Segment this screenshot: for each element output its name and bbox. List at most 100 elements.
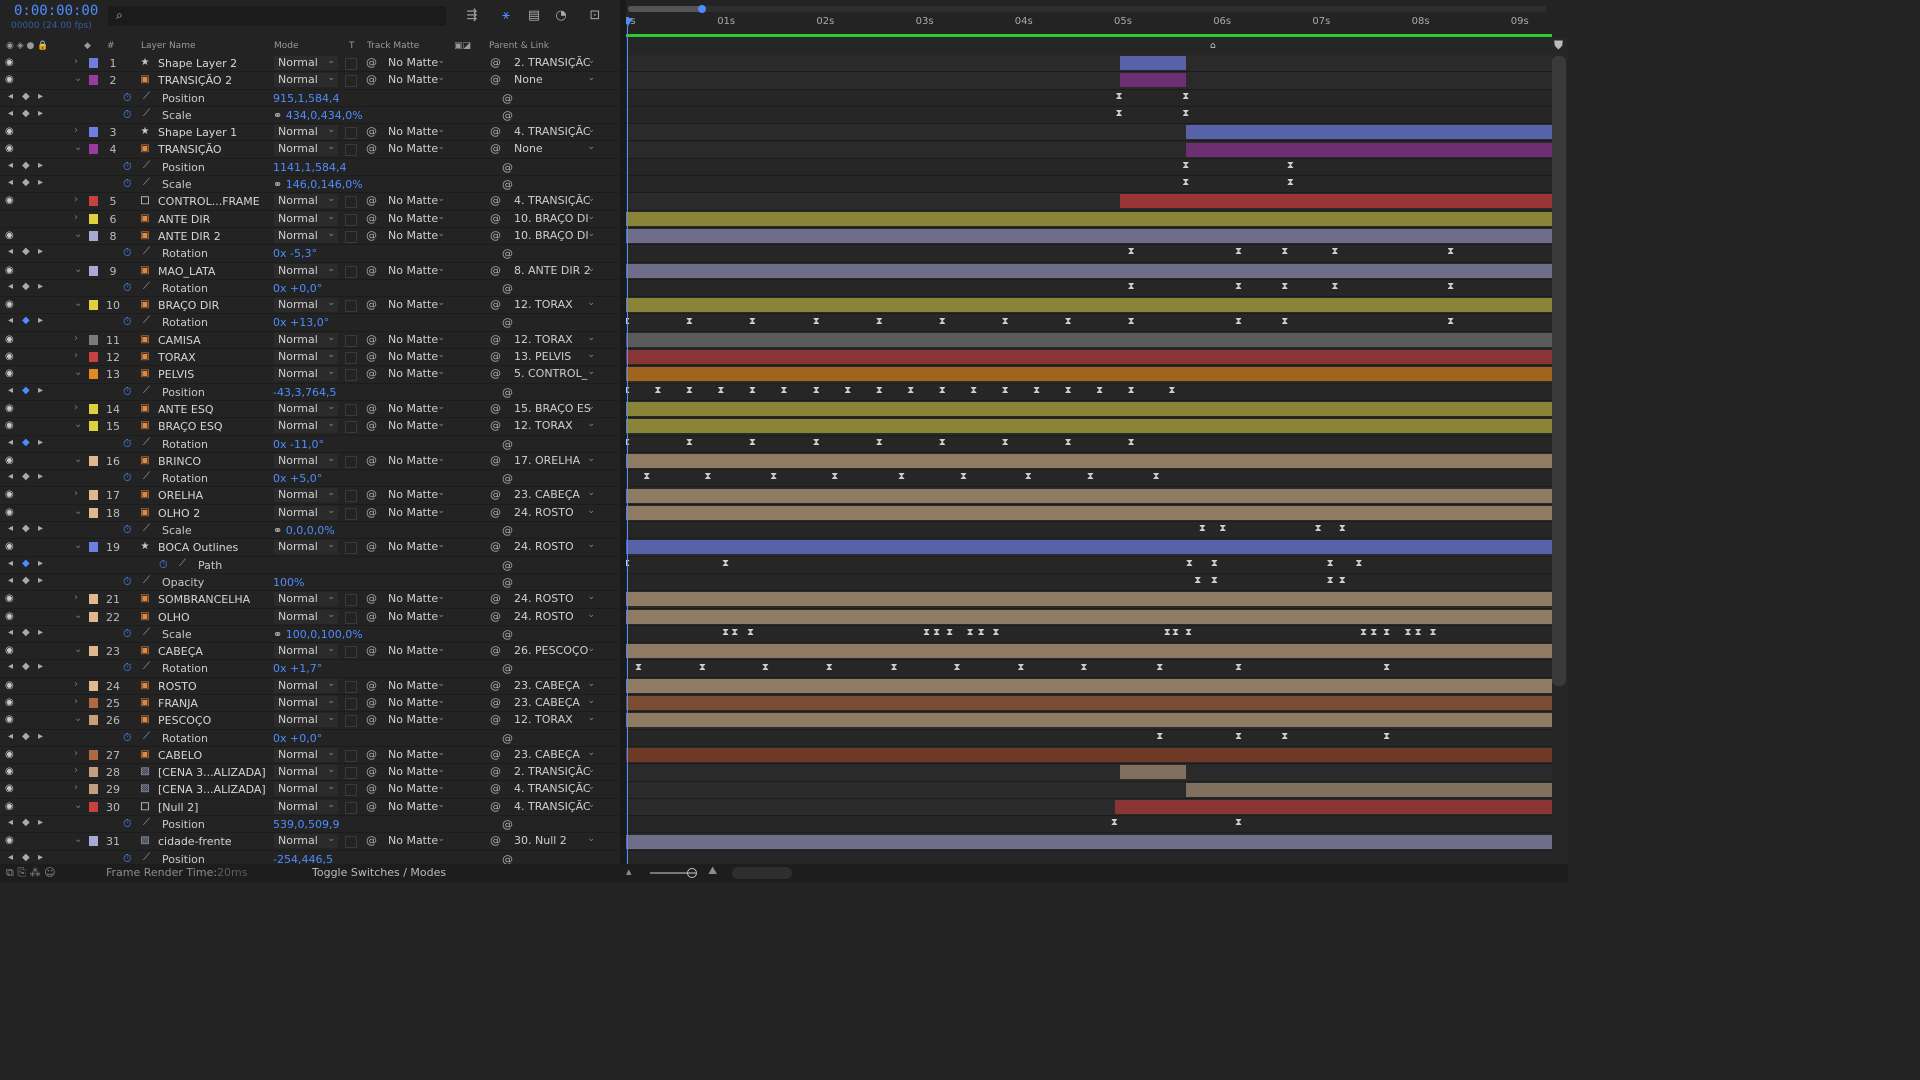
label-color-swatch[interactable]	[89, 58, 98, 68]
keyframe-icon[interactable]: ⧗	[1383, 731, 1390, 742]
graph-icon[interactable]: ⟋	[143, 91, 150, 102]
label-color-swatch[interactable]	[89, 542, 98, 553]
stopwatch-icon[interactable]: ⏱	[123, 246, 132, 260]
preserve-transparency-box[interactable]	[345, 697, 357, 710]
next-keyframe-icon[interactable]: ▸	[38, 817, 43, 828]
add-keyframe-icon[interactable]: ◆	[22, 575, 30, 586]
keyframe-icon[interactable]: ⧗	[960, 471, 967, 482]
keyframe-icon[interactable]: ⧗	[1065, 437, 1072, 448]
pick-whip-icon[interactable]: @	[366, 488, 377, 501]
pick-whip-icon[interactable]: @	[490, 264, 501, 277]
label-color-swatch[interactable]	[89, 594, 98, 605]
keyframe-icon[interactable]: ⧗	[1017, 662, 1024, 673]
preserve-transparency-box[interactable]	[345, 611, 357, 624]
track-matte-dropdown[interactable]: No Matte @ ⌄	[366, 194, 448, 208]
pick-whip-icon[interactable]: @	[490, 402, 501, 415]
layer-duration-bar[interactable]	[626, 748, 1552, 762]
keyframe-icon[interactable]: ⧗	[1331, 281, 1338, 292]
track-matte-dropdown[interactable]: No Matte @ ⌄	[366, 696, 448, 710]
keyframe-icon[interactable]: ⧗	[826, 662, 833, 673]
twirl-open-icon[interactable]: ⌄	[74, 644, 82, 655]
stopwatch-icon[interactable]: ⏱	[123, 731, 132, 745]
layer-row[interactable]: ◉ › 14 ▣ ANTE ESQ Normal ⌄ No Matte @ ⌄ 15. BRAÇO …	[0, 400, 620, 419]
eye-toggle-icon[interactable]: ◉	[5, 74, 17, 85]
layer-row[interactable]: ◉ ⌄ 23 ▣ CABEÇA Normal ⌄ No Matte @ ⌄ 26. PESCOÇO @…	[0, 643, 620, 661]
prev-keyframe-icon[interactable]: ◂	[8, 246, 13, 257]
next-keyframe-icon[interactable]: ▸	[38, 91, 43, 102]
label-color-swatch[interactable]	[89, 611, 98, 622]
keyframe-icon[interactable]: ⧗	[1194, 575, 1201, 586]
blend-mode-dropdown[interactable]: Normal ⌄	[274, 401, 338, 416]
layer-duration-bar[interactable]	[1114, 799, 1552, 814]
pick-whip-icon[interactable]: @	[490, 696, 501, 709]
preserve-transparency-box[interactable]	[345, 594, 357, 607]
prev-keyframe-icon[interactable]: ◂	[8, 731, 13, 742]
property-value[interactable]: 0x +5,0°	[273, 472, 322, 485]
property-value[interactable]: 0x -11,0°	[273, 438, 324, 451]
eye-toggle-icon[interactable]: ◉	[5, 455, 17, 466]
label-color-swatch[interactable]	[89, 144, 98, 155]
next-keyframe-icon[interactable]: ▸	[38, 523, 43, 534]
parent-dropdown[interactable]: 13. PELVIS @ ⌄	[490, 350, 598, 364]
layer-name[interactable]: ANTE DIR	[158, 213, 210, 226]
eye-toggle-icon[interactable]: ◉	[5, 541, 17, 552]
stopwatch-icon[interactable]: ⏱	[123, 661, 132, 675]
next-keyframe-icon[interactable]: ▸	[38, 385, 43, 396]
pick-whip-icon[interactable]: @	[490, 298, 501, 311]
twirl-open-icon[interactable]: ⌄	[74, 713, 82, 724]
expression-pick-whip-icon[interactable]: @	[502, 282, 513, 295]
track-matte-dropdown[interactable]: No Matte @ ⌄	[366, 350, 448, 364]
add-keyframe-icon[interactable]: ◆	[22, 817, 30, 828]
twirl-closed-icon[interactable]: ›	[74, 212, 78, 223]
zoom-slider-handle[interactable]	[687, 868, 697, 878]
pick-whip-icon[interactable]: @	[366, 56, 377, 69]
keyframe-icon[interactable]: ⧗	[1199, 523, 1206, 534]
layer-name-header[interactable]: Layer Name	[141, 41, 196, 51]
stopwatch-icon[interactable]: ⏱	[123, 91, 132, 105]
preserve-transparency-box[interactable]	[345, 490, 357, 503]
keyframe-icon[interactable]: ⧗	[1065, 385, 1072, 396]
property-row[interactable]: ◂ ◆ ▸ ⏱ ⟋ Opacity 100% @	[0, 573, 620, 592]
keyframe-icon[interactable]: ⧗	[891, 662, 898, 673]
eye-toggle-icon[interactable]: ◉	[5, 835, 17, 846]
prev-keyframe-icon[interactable]: ◂	[8, 385, 13, 396]
pick-whip-icon[interactable]: @	[366, 748, 377, 761]
navigator-handle[interactable]	[628, 6, 702, 12]
pick-whip-icon[interactable]: @	[366, 765, 377, 778]
parent-dropdown[interactable]: 4. TRANSIÇÃC @ ⌄	[490, 194, 598, 208]
pick-whip-icon[interactable]: @	[366, 367, 377, 380]
prev-keyframe-icon[interactable]: ◂	[8, 627, 13, 638]
twirl-closed-icon[interactable]: ›	[74, 696, 78, 707]
keyframe-icon[interactable]: ⧗	[813, 316, 820, 327]
layer-name[interactable]: SOMBRANCELHA	[158, 593, 250, 606]
twirl-closed-icon[interactable]: ›	[74, 56, 78, 67]
next-keyframe-icon[interactable]: ▸	[38, 558, 43, 569]
prev-keyframe-icon[interactable]: ◂	[8, 315, 13, 326]
parent-dropdown[interactable]: 23. CABEÇA @ ⌄	[490, 696, 598, 710]
keyframe-icon[interactable]: ⧗	[770, 471, 777, 482]
add-keyframe-icon[interactable]: ◆	[22, 108, 30, 119]
twirl-open-icon[interactable]: ⌄	[74, 419, 82, 430]
property-value[interactable]: 0x +1,7°	[273, 662, 322, 675]
pick-whip-icon[interactable]: @	[366, 834, 377, 847]
keyframe-icon[interactable]: ⧗	[1383, 662, 1390, 673]
parent-dropdown[interactable]: 26. PESCOÇO @ ⌄	[490, 644, 598, 658]
layer-name[interactable]: OLHO 2	[158, 507, 200, 520]
layer-name[interactable]: PESCOÇO	[158, 714, 211, 727]
layer-name[interactable]: TRANSIÇÃO	[158, 143, 222, 156]
mode-header[interactable]: Mode	[274, 41, 299, 51]
graph-icon[interactable]: ⟋	[179, 558, 186, 569]
prev-keyframe-icon[interactable]: ◂	[8, 523, 13, 534]
label-color-swatch[interactable]	[89, 334, 98, 345]
track-matte-dropdown[interactable]: No Matte @ ⌄	[366, 748, 448, 762]
parent-dropdown[interactable]: None @ ⌄	[490, 142, 598, 156]
vertical-scrollbar[interactable]	[1552, 56, 1566, 686]
twirl-closed-icon[interactable]: ›	[74, 765, 78, 776]
keyframe-icon[interactable]: ⧗	[1383, 627, 1390, 638]
property-row[interactable]: ◂ ◆ ▸ ⏱ ⟋ Position 1141,1,584,4 @	[0, 158, 620, 177]
keyframe-icon[interactable]: ⧗	[1429, 627, 1436, 638]
layer-row[interactable]: ◉ ⌄ 9 ▣ MAO_LATA Normal ⌄ No Matte @ ⌄ 8. ANTE DIR…	[0, 262, 620, 280]
graph-icon[interactable]: ⟋	[143, 108, 150, 119]
layer-row[interactable]: ◉ › 28 ▨ [CENA 3...ALIZADA] Normal ⌄ No Matte @ ⌄…	[0, 764, 620, 782]
layer-name[interactable]: CAMISA	[158, 334, 201, 347]
